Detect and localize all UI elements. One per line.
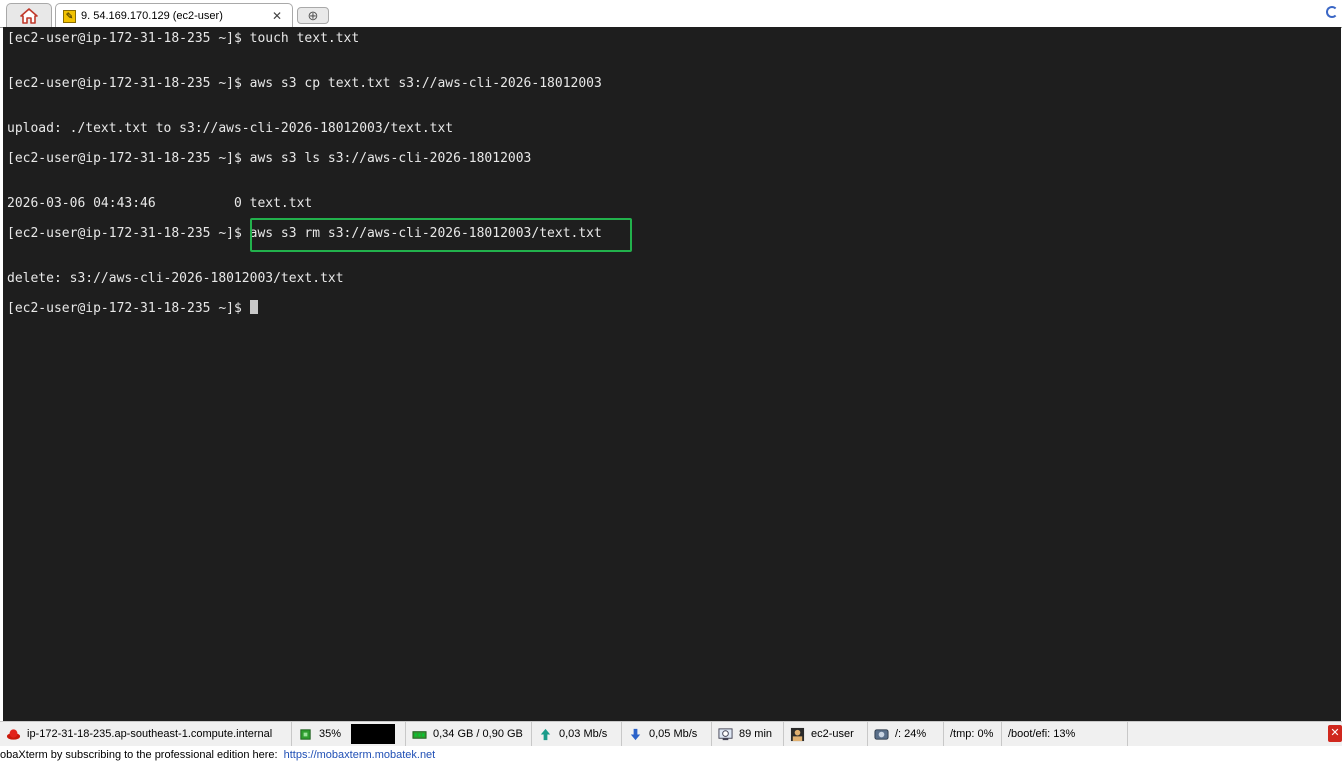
disk-icon: [874, 728, 889, 740]
cpu-icon: [300, 728, 311, 740]
memory-icon: [412, 730, 427, 739]
download-arrow-icon: [630, 728, 641, 740]
status-host: ip-172-31-18-235.ap-southeast-1.compute.…: [0, 722, 292, 746]
terminal-line: 2026-03-06 04:43:46 0 text.txt: [7, 196, 313, 211]
user-icon: [790, 727, 805, 741]
status-disk-root: /: 24%: [868, 722, 944, 746]
terminal-line: delete: s3://aws-cli-2026-18012003/text.…: [7, 271, 344, 286]
status-disk-tmp-label: /tmp: 0%: [950, 728, 994, 740]
terminal-prompt: [ec2-user@ip-172-31-18-235 ~]$: [7, 301, 250, 316]
status-cpu-label: 35%: [319, 728, 342, 740]
close-icon[interactable]: ✕: [272, 9, 282, 23]
status-bar: ip-172-31-18-235.ap-southeast-1.compute.…: [0, 721, 1342, 746]
status-memory-label: 0,34 GB / 0,90 GB: [433, 728, 523, 740]
plus-icon: ⊕: [307, 8, 319, 23]
session-tab[interactable]: ✎ 9. 54.169.170.129 (ec2-user) ✕: [55, 3, 293, 28]
status-upload-label: 0,03 Mb/s: [559, 728, 608, 740]
terminal-prompt-line: [ec2-user@ip-172-31-18-235 ~]$: [7, 300, 258, 317]
status-disk-root-label: /: 24%: [895, 728, 927, 740]
status-download: 0,05 Mb/s: [622, 722, 712, 746]
new-tab-button[interactable]: ⊕: [297, 7, 329, 24]
app-menu-icon[interactable]: [1326, 6, 1338, 18]
terminal-line: [ec2-user@ip-172-31-18-235 ~]$ aws s3 cp…: [7, 76, 602, 91]
cpu-graph: [351, 724, 395, 744]
terminal-line: [ec2-user@ip-172-31-18-235 ~]$ aws s3 ls…: [7, 151, 532, 166]
status-download-label: 0,05 Mb/s: [649, 728, 698, 740]
status-disk-tmp: /tmp: 0%: [944, 722, 1002, 746]
upload-arrow-icon: [540, 728, 551, 740]
status-disk-boot-label: /boot/efi: 13%: [1008, 728, 1076, 740]
status-disk-boot: /boot/efi: 13%: [1002, 722, 1128, 746]
footer-link[interactable]: https://mobaxterm.mobatek.net: [284, 749, 436, 761]
status-upload: 0,03 Mb/s: [532, 722, 622, 746]
status-cpu: 35%: [292, 722, 406, 746]
terminal-line: upload: ./text.txt to s3://aws-cli-2026-…: [7, 121, 454, 136]
status-user: ec2-user: [784, 722, 868, 746]
footer-message: obaXterm by subscribing to the professio…: [0, 746, 1342, 764]
status-user-label: ec2-user: [811, 728, 854, 740]
status-uptime: 89 min: [712, 722, 784, 746]
status-uptime-label: 89 min: [739, 728, 773, 740]
session-tab-label: 9. 54.169.170.129 (ec2-user): [81, 10, 223, 22]
command-highlight-box: [250, 218, 632, 252]
tab-bar: ✎ 9. 54.169.170.129 (ec2-user) ✕ ⊕: [0, 0, 1342, 28]
wrench-icon: ✎: [63, 9, 76, 23]
footer-text: obaXterm by subscribing to the professio…: [0, 749, 278, 761]
status-host-label: ip-172-31-18-235.ap-southeast-1.compute.…: [27, 728, 273, 740]
home-tab[interactable]: [6, 3, 52, 27]
terminal-line: [ec2-user@ip-172-31-18-235 ~]$ touch tex…: [7, 31, 360, 46]
status-memory: 0,34 GB / 0,90 GB: [406, 722, 532, 746]
redhat-icon: [6, 728, 21, 740]
terminal-cursor: [249, 300, 258, 314]
monitor-clock-icon: [718, 727, 733, 740]
error-icon[interactable]: ✕: [1328, 725, 1342, 742]
home-icon: [20, 7, 38, 24]
terminal[interactable]: [ec2-user@ip-172-31-18-235 ~]$ touch tex…: [3, 27, 1341, 721]
